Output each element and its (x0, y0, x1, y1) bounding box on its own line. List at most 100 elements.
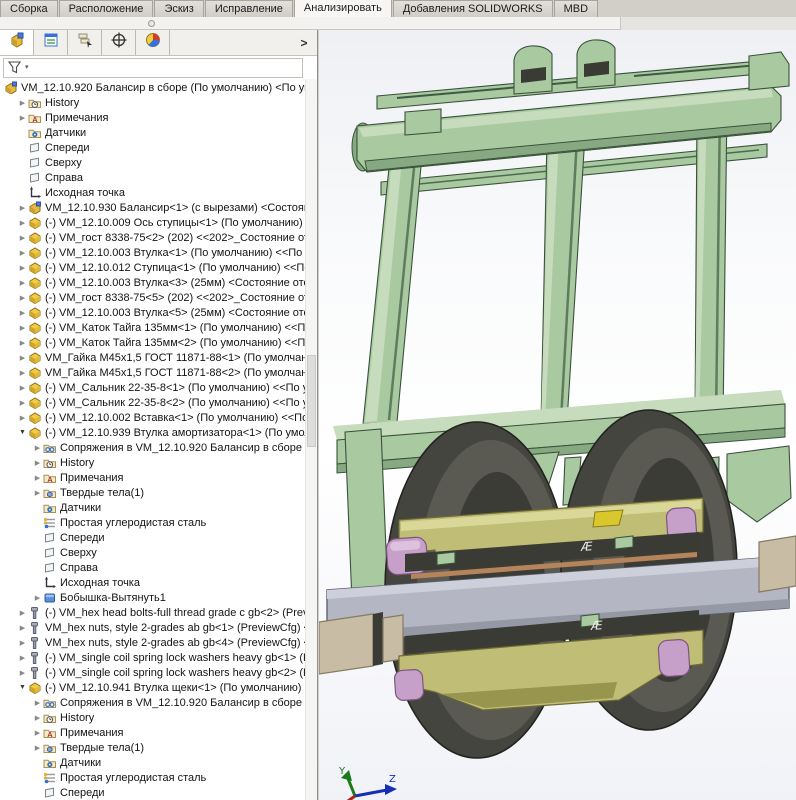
tree-item[interactable]: ▶ Твердые тела(1) (0, 740, 306, 755)
ribbon-collapsed-strip[interactable] (0, 17, 621, 30)
graphics-viewport[interactable]: Æ Æ Y Z (319, 30, 796, 800)
tree-filter-bar[interactable]: ▾ (3, 58, 303, 78)
panel-tab-display-manager[interactable] (136, 30, 170, 55)
filter-caret-icon[interactable]: ▾ (25, 63, 29, 71)
tree-item[interactable]: ▶ A Примечания (0, 470, 306, 485)
expand-arrow-icon[interactable]: ▶ (17, 399, 28, 407)
expand-arrow-icon[interactable]: ▶ (17, 309, 28, 317)
expand-arrow-icon[interactable]: ▶ (17, 114, 28, 122)
tree-item[interactable]: Сверху (0, 545, 306, 560)
tree-item[interactable]: ▶ Бобышка-Вытянуть1 (0, 590, 306, 605)
expand-arrow-icon[interactable]: ▶ (17, 624, 28, 632)
expand-arrow-icon[interactable]: ▶ (32, 729, 43, 737)
tree-item[interactable]: VM_12.10.920 Балансир в сборе (По умолча… (0, 80, 306, 95)
panel-tab-configuration-manager[interactable] (68, 30, 102, 55)
tree-item[interactable]: ▶ VM_hex nuts, style 2-grades ab gb<1> (P… (0, 620, 306, 635)
panel-tab-property-manager[interactable] (34, 30, 68, 55)
menu-tab-4[interactable]: Исправление (204, 0, 293, 17)
panel-tab-featuremanager-design-tree[interactable] (0, 30, 34, 55)
expand-arrow-icon[interactable]: ▶ (32, 594, 43, 602)
tree-item[interactable]: ▶ VM_Гайка M45x1,5 ГОСТ 11871-88<2> (По у… (0, 365, 306, 380)
expand-arrow-icon[interactable]: ▶ (17, 204, 28, 212)
tree-item[interactable]: ▶ (-) VM_гост 8338-75<2> (202) <<202>_Сос… (0, 230, 306, 245)
tree-scrollbar[interactable] (305, 79, 317, 800)
tree-item[interactable]: ▶ (-) VM_12.10.002 Вставка<1> (По умолчан… (0, 410, 306, 425)
collapse-arrow-icon[interactable]: ▼ (17, 429, 28, 436)
panel-expand-chevron[interactable]: > (291, 30, 317, 55)
tree-item[interactable]: ▶ (-) VM_Каток Тайга 135мм<2> (По умолчан… (0, 335, 306, 350)
expand-arrow-icon[interactable]: ▶ (17, 414, 28, 422)
tree-item[interactable]: ▶ Сопряжения в VM_12.10.920 Балансир в сб… (0, 695, 306, 710)
expand-arrow-icon[interactable]: ▶ (17, 339, 28, 347)
menu-tab-6[interactable]: Добавления SOLIDWORKS (392, 0, 553, 17)
tree-item[interactable]: ▶ History (0, 710, 306, 725)
expand-arrow-icon[interactable]: ▶ (32, 459, 43, 467)
tree-item[interactable]: ▶ (-) VM_Каток Тайга 135мм<1> (По умолчан… (0, 320, 306, 335)
expand-arrow-icon[interactable]: ▶ (17, 609, 28, 617)
tree-item[interactable]: ▶ (-) VM_hex head bolts-full thread grade… (0, 605, 306, 620)
menu-tab-2[interactable]: Расположение (58, 0, 154, 17)
tree-item[interactable]: Сверху (0, 155, 306, 170)
tree-item[interactable]: ▶ (-) VM_single coil spring lock washers … (0, 665, 306, 680)
ribbon-expand-handle-icon[interactable] (148, 20, 155, 27)
expand-arrow-icon[interactable]: ▶ (32, 489, 43, 497)
tree-item[interactable]: ▶ (-) VM_12.10.003 Втулка<5> (25мм) <Сост… (0, 305, 306, 320)
tree-item[interactable]: Датчики (0, 755, 306, 770)
expand-arrow-icon[interactable]: ▶ (17, 639, 28, 647)
expand-arrow-icon[interactable]: ▶ (32, 444, 43, 452)
tree-item[interactable]: Датчики (0, 125, 306, 140)
tree-item[interactable]: Справа (0, 560, 306, 575)
tree-item[interactable]: ▶ (-) VM_Сальник 22-35-8<2> (По умолчанию… (0, 395, 306, 410)
3d-model[interactable]: Æ Æ Y Z (319, 30, 796, 800)
tree-item[interactable]: ▶ VM_12.10.930 Балансир<1> (с вырезами) <… (0, 200, 306, 215)
menu-tab-3[interactable]: Эскиз (154, 0, 204, 17)
tree-item[interactable]: ▼ (-) VM_12.10.941 Втулка щеки<1> (По умо… (0, 680, 306, 695)
tree-item[interactable]: ▶ (-) VM_12.10.009 Ось ступицы<1> (По умо… (0, 215, 306, 230)
tree-scrollbar-thumb[interactable] (307, 355, 316, 447)
tree-item[interactable]: ▶ (-) VM_12.10.012 Ступица<1> (По умолчан… (0, 260, 306, 275)
expand-arrow-icon[interactable]: ▶ (17, 669, 28, 677)
expand-arrow-icon[interactable]: ▶ (17, 294, 28, 302)
tree-item[interactable]: ▶ (-) VM_12.10.003 Втулка<3> (25мм) <Сост… (0, 275, 306, 290)
tree-item[interactable]: ▶ (-) VM_гост 8338-75<5> (202) <<202>_Сос… (0, 290, 306, 305)
expand-arrow-icon[interactable]: ▶ (32, 474, 43, 482)
expand-arrow-icon[interactable]: ▶ (17, 219, 28, 227)
expand-arrow-icon[interactable]: ▶ (17, 264, 28, 272)
tree-item[interactable]: ▶ A Примечания (0, 110, 306, 125)
tree-item[interactable]: ▶ (-) VM_12.10.003 Втулка<1> (По умолчани… (0, 245, 306, 260)
expand-arrow-icon[interactable]: ▶ (17, 324, 28, 332)
tree-item[interactable]: ▶ VM_Гайка M45x1,5 ГОСТ 11871-88<1> (По у… (0, 350, 306, 365)
menu-tab-5[interactable]: Анализировать (293, 0, 392, 17)
expand-arrow-icon[interactable]: ▶ (17, 234, 28, 242)
expand-arrow-icon[interactable]: ▶ (17, 654, 28, 662)
expand-arrow-icon[interactable]: ▶ (17, 249, 28, 257)
tree-item[interactable]: ▼ (-) VM_12.10.939 Втулка амортизатора<1>… (0, 425, 306, 440)
tree-item[interactable]: ▶ (-) VM_single coil spring lock washers … (0, 650, 306, 665)
menu-tab-1[interactable]: Сборка (0, 0, 58, 17)
tree-item[interactable]: Спереди (0, 785, 306, 800)
tree-item[interactable]: Простая углеродистая сталь (0, 515, 306, 530)
expand-arrow-icon[interactable]: ▶ (17, 99, 28, 107)
tree-item[interactable]: ▶ A Примечания (0, 725, 306, 740)
tree-item[interactable]: ▶ Сопряжения в VM_12.10.920 Балансир в сб… (0, 440, 306, 455)
tree-item[interactable]: Спереди (0, 530, 306, 545)
tree-item[interactable]: ▶ Твердые тела(1) (0, 485, 306, 500)
tree-item[interactable]: Исходная точка (0, 185, 306, 200)
tree-item[interactable]: Простая углеродистая сталь (0, 770, 306, 785)
tree-item[interactable]: Исходная точка (0, 575, 306, 590)
expand-arrow-icon[interactable]: ▶ (32, 744, 43, 752)
expand-arrow-icon[interactable]: ▶ (17, 279, 28, 287)
panel-tab-dimxpert-manager[interactable] (102, 30, 136, 55)
tree-item[interactable]: ▶ VM_hex nuts, style 2-grades ab gb<4> (P… (0, 635, 306, 650)
menu-tab-7[interactable]: MBD (553, 0, 599, 17)
tree-item[interactable]: Справа (0, 170, 306, 185)
tree-item[interactable]: ▶ History (0, 95, 306, 110)
expand-arrow-icon[interactable]: ▶ (32, 699, 43, 707)
expand-arrow-icon[interactable]: ▶ (32, 714, 43, 722)
collapse-arrow-icon[interactable]: ▼ (17, 684, 28, 691)
tree-item[interactable]: Спереди (0, 140, 306, 155)
expand-arrow-icon[interactable]: ▶ (17, 384, 28, 392)
tree-item[interactable]: ▶ History (0, 455, 306, 470)
expand-arrow-icon[interactable]: ▶ (17, 354, 28, 362)
tree-item[interactable]: ▶ (-) VM_Сальник 22-35-8<1> (По умолчанию… (0, 380, 306, 395)
